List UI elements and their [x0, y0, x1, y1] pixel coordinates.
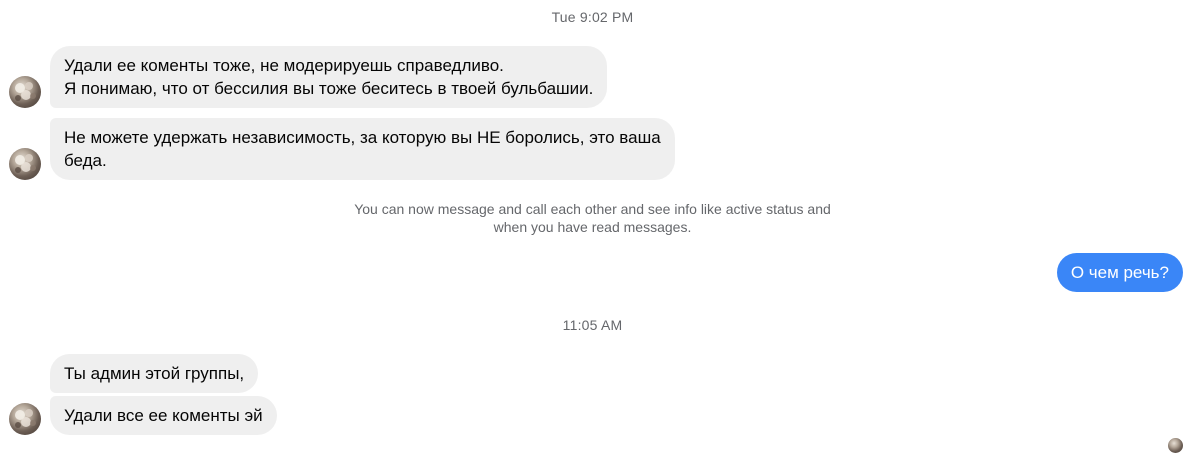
incoming-message[interactable]: Не можете удержать независимость, за кот… [50, 118, 675, 180]
message-text-line: Удали ее коменты тоже, не модерируешь сп… [64, 56, 504, 75]
system-notice-line: when you have read messages. [493, 219, 692, 235]
message-text-line: Не можете удержать независимость, за кот… [64, 128, 661, 147]
avatar-photo-icon [15, 154, 36, 173]
incoming-message[interactable]: Удали все ее коменты эй [50, 396, 277, 435]
message-text-line: Я понимаю, что от бессилия вы тоже бесит… [64, 79, 594, 98]
contact-avatar[interactable] [9, 148, 41, 180]
contact-avatar[interactable] [9, 403, 41, 435]
incoming-message[interactable]: Ты админ этой группы, [50, 354, 259, 393]
contact-avatar[interactable] [9, 76, 41, 108]
message-text-line: беда. [64, 151, 107, 170]
outgoing-message[interactable]: О чем речь? [1056, 253, 1183, 292]
timestamp: 11:05 AM [562, 317, 623, 333]
timestamp: Tue 9:02 PM [551, 9, 634, 25]
read-receipt-avatar [1168, 438, 1183, 453]
incoming-message[interactable]: Удали ее коменты тоже, не модерируешь сп… [50, 46, 608, 108]
system-notice: You can now message and call each other … [0, 200, 1185, 236]
avatar-photo-icon [15, 409, 36, 428]
system-notice-line: You can now message and call each other … [354, 201, 831, 217]
message-thread: Tue 9:02 PM Удали ее коменты тоже, не мо… [0, 0, 1200, 453]
avatar-photo-icon [15, 82, 36, 101]
